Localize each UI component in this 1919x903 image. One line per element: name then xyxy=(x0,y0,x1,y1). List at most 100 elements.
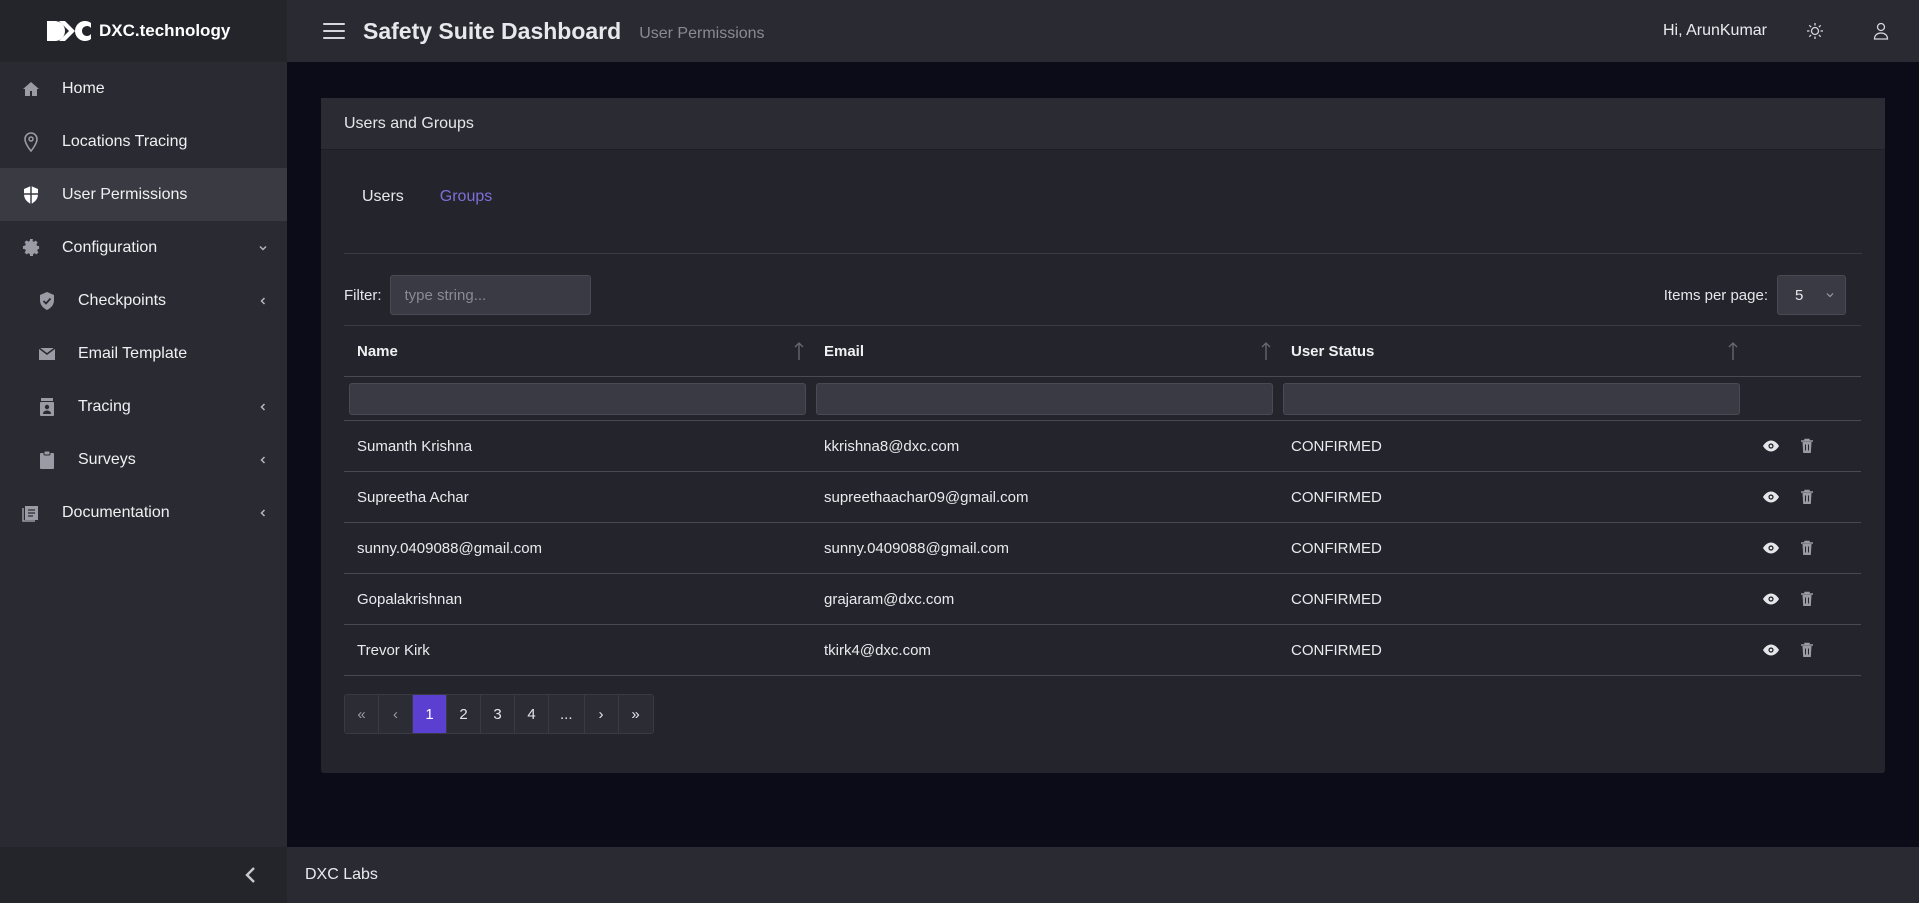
status-column-filter[interactable] xyxy=(1283,382,1740,415)
items-per-page: Items per page: 5 xyxy=(1664,275,1846,315)
column-header-label: Name xyxy=(357,342,398,360)
items-per-page-select[interactable]: 5 xyxy=(1777,275,1846,315)
chevron-down-icon xyxy=(1826,293,1834,298)
sidebar-item-checkpoints[interactable]: Checkpoints xyxy=(0,274,287,327)
view-eye-icon[interactable] xyxy=(1762,539,1780,557)
cell-email: tkirk4@dxc.com xyxy=(811,624,1278,676)
shield-icon xyxy=(20,184,42,206)
envelope-icon xyxy=(36,343,58,365)
chevron-left-icon xyxy=(260,455,266,464)
chevron-down-icon xyxy=(259,245,267,251)
filter-row: Filter: Items per page: 5 xyxy=(344,275,1862,315)
tab-groups[interactable]: Groups xyxy=(422,186,510,208)
app-title: Safety Suite Dashboard xyxy=(363,17,622,44)
user-profile-icon[interactable] xyxy=(1871,21,1891,41)
sidebar-item-tracing[interactable]: Tracing xyxy=(0,380,287,433)
cell-name: Trevor Kirk xyxy=(344,624,811,676)
cell-status: CONFIRMED xyxy=(1278,624,1745,676)
table-row: Supreetha Achar supreethaachar09@gmail.c… xyxy=(344,471,1861,523)
sidebar-item-label: Checkpoints xyxy=(78,291,167,309)
table-header-row: Name Email User Status xyxy=(344,325,1861,377)
cell-name: Supreetha Achar xyxy=(344,471,811,523)
pagination: « ‹ 1 2 3 4 ... › » xyxy=(344,694,654,734)
delete-trash-icon[interactable] xyxy=(1798,488,1816,506)
column-header-actions xyxy=(1745,325,1861,377)
sidebar-nav: Home Locations Tracing User Permissions … xyxy=(0,62,287,539)
column-header-label: User Status xyxy=(1291,342,1375,360)
cell-name: Gopalakrishnan xyxy=(344,573,811,625)
users-table: Name Email User Status Sumanth Krishna k… xyxy=(344,325,1861,676)
name-column-filter[interactable] xyxy=(349,382,806,415)
page-button-4[interactable]: 4 xyxy=(515,695,549,733)
page-button-1[interactable]: 1 xyxy=(413,695,447,733)
sidebar-item-user-permissions[interactable]: User Permissions xyxy=(0,168,287,221)
dxc-logo-icon xyxy=(47,21,91,41)
cell-status: CONFIRMED xyxy=(1278,573,1745,625)
location-pin-icon xyxy=(20,131,42,153)
delete-trash-icon[interactable] xyxy=(1798,437,1816,455)
table-row: sunny.0409088@gmail.com sunny.0409088@gm… xyxy=(344,522,1861,574)
sidebar-item-documentation[interactable]: Documentation xyxy=(0,486,287,539)
sidebar-item-email-template[interactable]: Email Template xyxy=(0,327,287,380)
tabs: Users Groups xyxy=(344,186,1862,254)
column-filter-row xyxy=(344,376,1861,421)
email-column-filter[interactable] xyxy=(816,382,1273,415)
users-and-groups-card: Users and Groups Users Groups Filter: It… xyxy=(321,98,1885,773)
sort-arrow-icon[interactable] xyxy=(1727,340,1739,362)
view-eye-icon[interactable] xyxy=(1762,437,1780,455)
cell-name: sunny.0409088@gmail.com xyxy=(344,522,811,574)
hamburger-line xyxy=(323,30,345,32)
cell-email: sunny.0409088@gmail.com xyxy=(811,522,1278,574)
sidebar-item-home[interactable]: Home xyxy=(0,62,287,115)
cell-email: supreethaachar09@gmail.com xyxy=(811,471,1278,523)
delete-trash-icon[interactable] xyxy=(1798,539,1816,557)
footer: DXC Labs xyxy=(287,847,1919,903)
sort-arrow-icon[interactable] xyxy=(1260,340,1272,362)
user-greeting: Hi, ArunKumar xyxy=(1662,22,1767,39)
tracing-icon xyxy=(36,396,58,418)
sidebar-item-label: Surveys xyxy=(78,450,136,468)
view-eye-icon[interactable] xyxy=(1762,641,1780,659)
prev-page-button[interactable]: ‹ xyxy=(379,695,413,733)
menu-toggle-button[interactable] xyxy=(323,23,345,39)
sidebar: DXC.technology Home Locations Tracing Us… xyxy=(0,0,287,903)
column-header-user-status[interactable]: User Status xyxy=(1278,325,1745,377)
shield-check-icon xyxy=(36,290,58,312)
next-page-button[interactable]: › xyxy=(584,695,619,733)
table-row: Gopalakrishnan grajaram@dxc.com CONFIRME… xyxy=(344,573,1861,625)
column-header-name[interactable]: Name xyxy=(344,325,811,377)
cell-name: Sumanth Krishna xyxy=(344,420,811,472)
cell-email: grajaram@dxc.com xyxy=(811,573,1278,625)
collapse-sidebar-icon[interactable] xyxy=(243,865,257,885)
page-ellipsis[interactable]: ... xyxy=(549,695,585,733)
sidebar-item-configuration[interactable]: Configuration xyxy=(0,221,287,274)
filter-input[interactable] xyxy=(389,275,591,315)
chevron-left-icon xyxy=(260,402,266,411)
view-eye-icon[interactable] xyxy=(1762,590,1780,608)
sidebar-item-label: Locations Tracing xyxy=(62,132,188,150)
brand[interactable]: DXC.technology xyxy=(0,0,287,62)
sort-arrow-icon[interactable] xyxy=(793,340,805,362)
column-header-label: Email xyxy=(824,342,865,360)
footer-text: DXC Labs xyxy=(305,866,378,883)
brand-name: DXC.technology xyxy=(99,21,231,40)
delete-trash-icon[interactable] xyxy=(1798,590,1816,608)
tab-users[interactable]: Users xyxy=(344,186,422,208)
column-header-email[interactable]: Email xyxy=(811,325,1278,377)
page-button-3[interactable]: 3 xyxy=(481,695,515,733)
first-page-button[interactable]: « xyxy=(345,695,379,733)
delete-trash-icon[interactable] xyxy=(1798,641,1816,659)
clipboard-icon xyxy=(36,449,58,471)
theme-toggle-sun-icon[interactable] xyxy=(1805,21,1825,41)
home-icon xyxy=(20,78,42,100)
view-eye-icon[interactable] xyxy=(1762,488,1780,506)
top-right-area: Hi, ArunKumar xyxy=(1663,0,1919,62)
last-page-button[interactable]: » xyxy=(618,695,653,733)
gear-icon xyxy=(20,237,42,259)
sidebar-footer xyxy=(0,847,287,903)
sidebar-item-surveys[interactable]: Surveys xyxy=(0,433,287,486)
sidebar-item-locations-tracing[interactable]: Locations Tracing xyxy=(0,115,287,168)
page-button-2[interactable]: 2 xyxy=(447,695,481,733)
chevron-left-icon xyxy=(260,508,266,517)
cell-status: CONFIRMED xyxy=(1278,471,1745,523)
